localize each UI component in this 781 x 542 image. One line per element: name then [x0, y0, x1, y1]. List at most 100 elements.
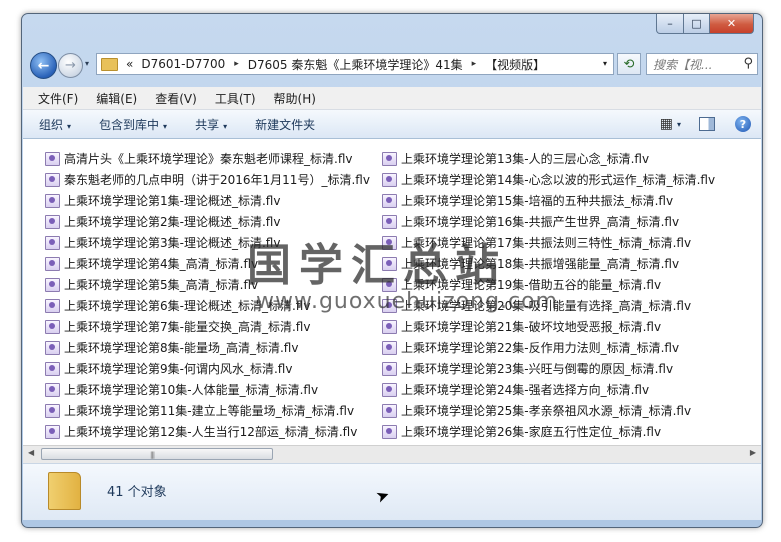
- file-name: 上乘环境学理论第10集-人体能量_标清_标清.flv: [64, 383, 319, 397]
- horizontal-scrollbar[interactable]: ◀ ||| ▶: [23, 445, 761, 463]
- file-item[interactable]: 上乘环境学理论第23集-兴旺与倒霉的原因_标清.flv: [382, 358, 715, 379]
- file-item[interactable]: 上乘环境学理论第25集-孝亲祭祖风水源_标清_标清.flv: [382, 400, 715, 421]
- file-item[interactable]: 上乘环境学理论第26集-家庭五行性定位_标清.flv: [382, 421, 715, 442]
- file-name: 上乘环境学理论第1集-理论概述_标清.flv: [64, 194, 281, 208]
- file-name: 上乘环境学理论第11集-建立上等能量场_标清_标清.flv: [64, 404, 355, 418]
- folder-icon: [101, 57, 118, 71]
- breadcrumb-item-3[interactable]: 【视频版】: [485, 56, 545, 73]
- scroll-grip-icon: |||: [150, 451, 155, 459]
- file-name: 上乘环境学理论第7集-能量交换_高清_标清.flv: [64, 320, 311, 334]
- breadcrumb-separator-icon[interactable]: ▸: [472, 59, 477, 69]
- file-item[interactable]: 上乘环境学理论第7集-能量交换_高清_标清.flv: [45, 316, 370, 337]
- breadcrumb-item-2[interactable]: D7605 秦东魁《上乘环境学理论》41集: [248, 56, 463, 73]
- minimize-button[interactable]: –: [656, 14, 684, 34]
- file-name: 高清片头《上乘环境学理论》秦东魁老师课程_标清.flv: [64, 152, 353, 166]
- menu-help[interactable]: 帮助(H): [274, 90, 316, 107]
- file-item[interactable]: 上乘环境学理论第8集-能量场_高清_标清.flv: [45, 337, 370, 358]
- help-icon[interactable]: ?: [735, 116, 751, 132]
- file-item[interactable]: 上乘环境学理论第13集-人的三层心念_标清.flv: [382, 148, 715, 169]
- include-in-library-button[interactable]: 包含到库中 ▾: [99, 116, 167, 133]
- video-file-icon: [45, 151, 60, 166]
- toolbar-right: ▦ ▾ ?: [660, 110, 761, 138]
- video-file-icon: [382, 214, 397, 229]
- file-name: 上乘环境学理论第26集-家庭五行性定位_标清.flv: [401, 425, 662, 439]
- breadcrumb-item-1[interactable]: D7601-D7700: [141, 57, 225, 71]
- video-file-icon: [45, 298, 60, 313]
- recent-pages-dropdown-icon[interactable]: ▾: [85, 59, 89, 68]
- back-button[interactable]: ←: [30, 52, 57, 79]
- file-name: 上乘环境学理论第15集-培福的五种共振法_标清.flv: [401, 194, 674, 208]
- search-input[interactable]: 搜索【视... ⚲: [646, 53, 758, 75]
- video-file-icon: [382, 193, 397, 208]
- menu-edit[interactable]: 编辑(E): [96, 90, 137, 107]
- file-name: 上乘环境学理论第21集-破坏坟地受恶报_标清.flv: [401, 320, 662, 334]
- file-name: 上乘环境学理论第14集-心念以波的形式运作_标清_标清.flv: [401, 173, 716, 187]
- file-name: 秦东魁老师的几点申明（讲于2016年1月11号）_标清.flv: [64, 173, 370, 187]
- video-file-icon: [382, 403, 397, 418]
- new-folder-label: 新建文件夹: [255, 117, 316, 132]
- video-file-icon: [382, 340, 397, 355]
- file-item[interactable]: 上乘环境学理论第15集-培福的五种共振法_标清.flv: [382, 190, 715, 211]
- preview-pane-icon[interactable]: [699, 117, 715, 131]
- address-dropdown-icon[interactable]: ▾: [603, 59, 607, 68]
- file-name: 上乘环境学理论第9集-何谓内风水_标清.flv: [64, 362, 293, 376]
- video-file-icon: [45, 424, 60, 439]
- command-bar: 组织 ▾ 包含到库中 ▾ 共享 ▾ 新建文件夹 ▦ ▾ ?: [23, 110, 761, 139]
- chevron-down-icon: ▾: [223, 121, 228, 131]
- file-name: 上乘环境学理论第4集_高清_标清.flv: [64, 257, 259, 271]
- file-item[interactable]: 上乘环境学理论第12集-人生当行12部运_标清_标清.flv: [45, 421, 370, 442]
- view-options-icon[interactable]: ▦: [660, 116, 673, 132]
- chevron-down-icon: ▾: [163, 121, 168, 131]
- file-item[interactable]: 上乘环境学理论第21集-破坏坟地受恶报_标清.flv: [382, 316, 715, 337]
- breadcrumb-lead[interactable]: «: [126, 57, 133, 71]
- search-placeholder: 搜索【视...: [653, 57, 713, 72]
- video-file-icon: [45, 172, 60, 187]
- scroll-right-icon[interactable]: ▶: [750, 448, 756, 457]
- file-item[interactable]: 高清片头《上乘环境学理论》秦东魁老师课程_标清.flv: [45, 148, 370, 169]
- file-name: 上乘环境学理论第13集-人的三层心念_标清.flv: [401, 152, 650, 166]
- file-list-pane[interactable]: 高清片头《上乘环境学理论》秦东魁老师课程_标清.flv 秦东魁老师的几点申明（讲于…: [23, 139, 761, 445]
- file-item[interactable]: 上乘环境学理论第1集-理论概述_标清.flv: [45, 190, 370, 211]
- menu-tools[interactable]: 工具(T): [215, 90, 256, 107]
- watermark-url: www.guoxuehuizong.com: [256, 289, 559, 314]
- file-item[interactable]: 上乘环境学理论第11集-建立上等能量场_标清_标清.flv: [45, 400, 370, 421]
- search-icon[interactable]: ⚲: [743, 56, 753, 71]
- video-file-icon: [382, 151, 397, 166]
- breadcrumb-separator-icon[interactable]: ▸: [234, 59, 239, 69]
- menu-view[interactable]: 查看(V): [155, 90, 197, 107]
- share-button[interactable]: 共享 ▾: [195, 116, 227, 133]
- menu-bar: 文件(F) 编辑(E) 查看(V) 工具(T) 帮助(H): [23, 87, 761, 110]
- file-item[interactable]: 上乘环境学理论第24集-强者选择方向_标清.flv: [382, 379, 715, 400]
- scrollbar-thumb[interactable]: |||: [41, 448, 273, 460]
- video-file-icon: [45, 214, 60, 229]
- file-name: 上乘环境学理论第25集-孝亲祭祖风水源_标清_标清.flv: [401, 404, 692, 418]
- video-file-icon: [382, 319, 397, 334]
- navigation-bar: ← → ▾ « D7601-D7700 ▸ D7605 秦东魁《上乘环境学理论》…: [30, 50, 758, 80]
- file-name: 上乘环境学理论第12集-人生当行12部运_标清_标清.flv: [64, 425, 358, 439]
- view-dropdown-icon[interactable]: ▾: [677, 120, 681, 129]
- file-item[interactable]: 上乘环境学理论第22集-反作用力法则_标清_标清.flv: [382, 337, 715, 358]
- folder-large-icon: [48, 472, 81, 510]
- scroll-left-icon[interactable]: ◀: [28, 448, 34, 457]
- maximize-button[interactable]: □: [684, 14, 710, 34]
- file-item[interactable]: 秦东魁老师的几点申明（讲于2016年1月11号）_标清.flv: [45, 169, 370, 190]
- video-file-icon: [45, 193, 60, 208]
- file-item[interactable]: 上乘环境学理论第9集-何谓内风水_标清.flv: [45, 358, 370, 379]
- watermark-text: 国学汇总站: [247, 240, 507, 291]
- close-button[interactable]: ✕: [710, 14, 754, 34]
- address-bar[interactable]: « D7601-D7700 ▸ D7605 秦东魁《上乘环境学理论》41集 ▸ …: [96, 53, 614, 75]
- new-folder-button[interactable]: 新建文件夹: [255, 116, 315, 133]
- refresh-button[interactable]: ⟲: [617, 53, 641, 75]
- organize-button[interactable]: 组织 ▾: [39, 116, 71, 133]
- include-in-library-label: 包含到库中: [99, 117, 160, 132]
- video-file-icon: [382, 361, 397, 376]
- forward-button[interactable]: →: [58, 53, 83, 78]
- menu-file[interactable]: 文件(F): [38, 90, 78, 107]
- file-item[interactable]: 上乘环境学理论第10集-人体能量_标清_标清.flv: [45, 379, 370, 400]
- video-file-icon: [45, 235, 60, 250]
- video-file-icon: [382, 424, 397, 439]
- file-item[interactable]: 上乘环境学理论第14集-心念以波的形式运作_标清_标清.flv: [382, 169, 715, 190]
- video-file-icon: [382, 382, 397, 397]
- video-file-icon: [45, 340, 60, 355]
- details-pane: 41 个对象: [23, 463, 761, 520]
